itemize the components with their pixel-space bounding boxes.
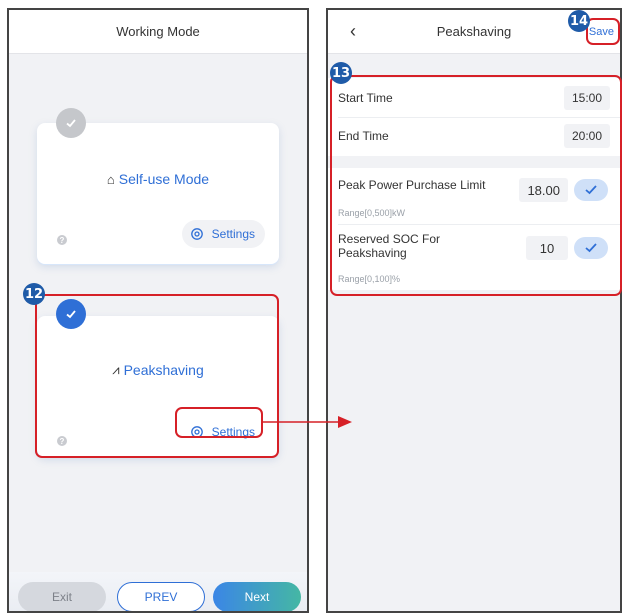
house-icon: ⌂ — [106, 171, 115, 187]
gear-icon — [190, 228, 203, 240]
step-badge-13: 13 — [330, 62, 352, 84]
settings-button-self-use[interactable]: Settings — [181, 220, 265, 248]
chevron-left-icon[interactable]: ‹ — [350, 21, 356, 42]
help-icon[interactable]: ? — [57, 235, 67, 245]
next-button[interactable]: Next — [213, 582, 301, 611]
arrow-icon — [262, 416, 352, 428]
mode-name-self-use: Self-use Mode — [118, 171, 210, 187]
page-title: Peakshaving — [436, 24, 512, 39]
highlight-settings-panel — [330, 75, 622, 296]
unselected-check-icon — [56, 108, 86, 138]
page-title: Working Mode — [9, 10, 307, 54]
highlight-settings-button — [175, 407, 263, 438]
prev-button[interactable]: PREV — [117, 582, 205, 611]
step-badge-14: 14 — [568, 10, 590, 32]
step-badge-12: 12 — [23, 283, 45, 305]
settings-label: Settings — [211, 227, 255, 241]
highlight-save-button — [586, 18, 620, 45]
mode-card-self-use[interactable]: ⌂ Self-use Mode ? Settings — [37, 123, 279, 264]
exit-button[interactable]: Exit — [18, 582, 106, 611]
